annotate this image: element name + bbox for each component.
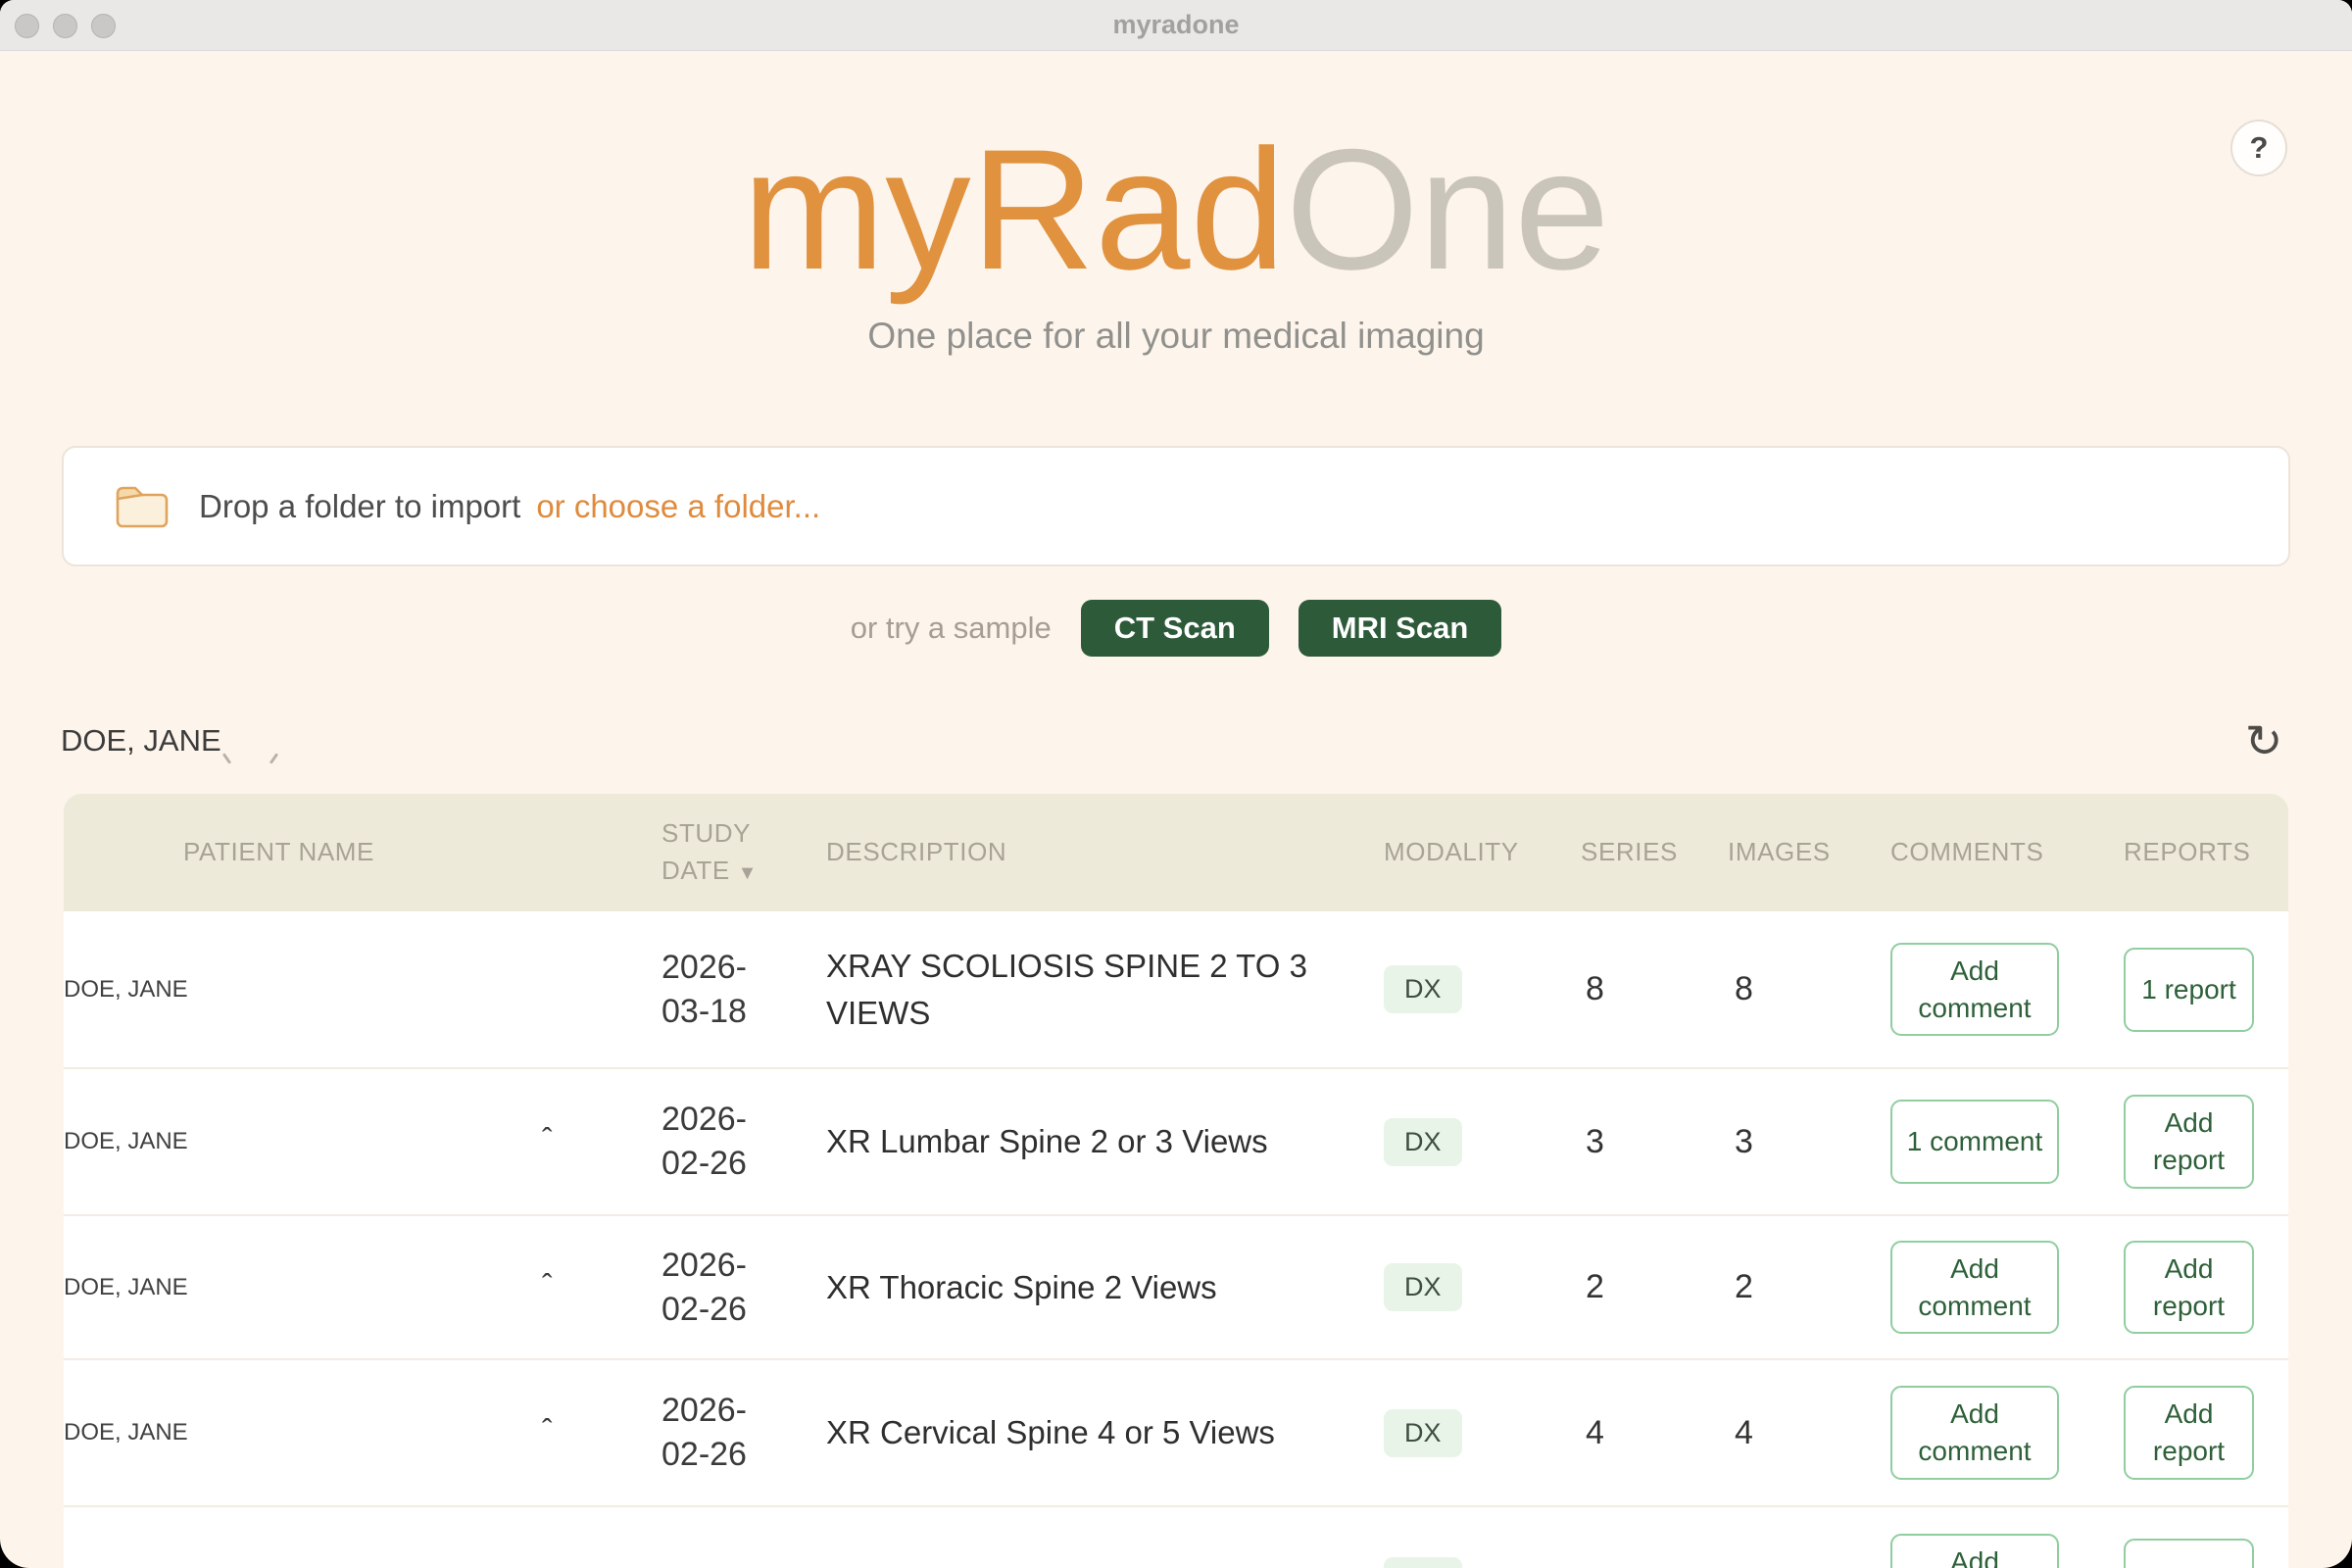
study-date-cell: 2026-03-18 xyxy=(662,946,826,1034)
table-header-row: PATIENT NAME STUDY DATE ▼ DESCRIPTION MO… xyxy=(64,794,2288,911)
choose-folder-link[interactable]: or choose a folder... xyxy=(536,488,820,525)
column-header-images: IMAGES xyxy=(1728,834,1890,871)
minimize-window-button[interactable] xyxy=(53,14,77,38)
table-row[interactable]: DOE, JANE ˆ 2026-02-26 XR Lumbar Spine 2 … xyxy=(64,1069,2288,1216)
patient-name-cell: DOE, JANE xyxy=(64,976,188,1003)
artifact-caret: ˆ xyxy=(542,1414,553,1446)
ct-scan-sample-button[interactable]: CT Scan xyxy=(1081,600,1269,657)
column-header-modality: MODALITY xyxy=(1384,834,1581,871)
series-count-cell: 3 xyxy=(1581,1123,1728,1161)
report-button[interactable]: 1 report xyxy=(2124,1539,2254,1568)
modality-badge: DX xyxy=(1384,1557,1462,1568)
column-header-study-date[interactable]: STUDY DATE ▼ xyxy=(662,815,826,889)
close-window-button[interactable] xyxy=(15,14,39,38)
modality-badge: DX xyxy=(1384,1263,1462,1311)
column-header-patient-name: PATIENT NAME xyxy=(64,834,662,871)
series-count-cell: 4 xyxy=(1581,1414,1728,1452)
comment-button[interactable]: Add comment xyxy=(1890,943,2059,1037)
refresh-icon: ↻ xyxy=(2245,714,2283,767)
description-cell: XRAY SCOLIOSIS SPINE 2 TO 3 VIEWS xyxy=(826,943,1384,1037)
window-controls xyxy=(15,0,116,51)
maximize-window-button[interactable] xyxy=(91,14,116,38)
comment-button[interactable]: Add comment xyxy=(1890,1241,2059,1335)
series-count-cell: 2 xyxy=(1581,1268,1728,1306)
column-header-description: DESCRIPTION xyxy=(826,834,1384,871)
patient-name-cell: DOE, JANE xyxy=(64,1128,188,1154)
table-row[interactable]: DOE, JANE ˆ 2026-02-26 XR Cervical Spine … xyxy=(64,1360,2288,1507)
sort-descending-icon: ▼ xyxy=(738,862,758,884)
comment-button[interactable]: Add comment xyxy=(1890,1534,2059,1568)
modality-badge: DX xyxy=(1384,965,1462,1013)
description-cell: XR Cervical Spine 4 or 5 Views xyxy=(826,1409,1384,1456)
table-row[interactable]: DOE, JANE 2026-03-18 XRAY SCOLIOSIS SPIN… xyxy=(64,911,2288,1069)
drop-folder-label: Drop a folder to import xyxy=(199,488,520,525)
column-header-series: SERIES xyxy=(1581,834,1728,871)
images-count-cell: 2 xyxy=(1728,1268,1890,1306)
studies-table: PATIENT NAME STUDY DATE ▼ DESCRIPTION MO… xyxy=(64,794,2288,1568)
patient-name-cell: DOE, JANE xyxy=(64,1274,188,1300)
artifact-caret: ˆ xyxy=(542,1269,553,1300)
study-date-cell: 2026-02-26 xyxy=(662,1389,826,1477)
report-button[interactable]: Add report xyxy=(2124,1241,2254,1335)
series-count-cell: 8 xyxy=(1581,970,1728,1008)
images-count-cell: 8 xyxy=(1728,970,1890,1008)
artifact-mark xyxy=(270,753,278,764)
images-count-cell: 3 xyxy=(1728,1123,1890,1161)
study-date-cell: 2026-02-26 xyxy=(662,1244,826,1332)
folder-icon xyxy=(115,484,170,529)
app-window: myradone myRadOne One place for all your… xyxy=(0,0,2352,1568)
study-date-cell: 2026-02-26 xyxy=(662,1098,826,1186)
artifact-mark xyxy=(222,753,231,764)
description-cell: XR Thoracic Spine 2 Views xyxy=(826,1264,1384,1311)
patient-section-label: DOE, JANE xyxy=(61,723,221,759)
table-row[interactable]: DOE, JANE ˆ 2026-02-26 XR Thoracic Spine … xyxy=(64,1216,2288,1360)
column-header-comments: COMMENTS xyxy=(1890,834,2124,871)
modality-badge: DX xyxy=(1384,1118,1462,1166)
table-row[interactable]: 2026- DX Add comment 1 report xyxy=(64,1507,2288,1568)
logo-text-secondary: One xyxy=(1286,115,1610,306)
comment-button[interactable]: 1 comment xyxy=(1890,1100,2059,1184)
report-button[interactable]: 1 report xyxy=(2124,948,2254,1032)
window-title: myradone xyxy=(1112,10,1239,40)
logo-text-primary: myRad xyxy=(742,115,1285,306)
app-tagline: One place for all your medical imaging xyxy=(0,316,2352,357)
report-button[interactable]: Add report xyxy=(2124,1095,2254,1189)
title-bar: myradone xyxy=(0,0,2352,51)
modality-badge: DX xyxy=(1384,1409,1462,1457)
sample-prompt-label: or try a sample xyxy=(851,611,1052,646)
report-button[interactable]: Add report xyxy=(2124,1386,2254,1480)
comment-button[interactable]: Add comment xyxy=(1890,1386,2059,1480)
patient-name-cell: DOE, JANE xyxy=(64,1419,188,1446)
study-date-cell: 2026- xyxy=(662,1559,826,1568)
refresh-button[interactable]: ↻ xyxy=(2236,713,2291,768)
artifact-caret: ˆ xyxy=(542,1123,553,1154)
images-count-cell: 4 xyxy=(1728,1414,1890,1452)
description-cell: XR Lumbar Spine 2 or 3 Views xyxy=(826,1118,1384,1165)
help-button[interactable]: ? xyxy=(2230,120,2287,176)
question-mark-icon: ? xyxy=(2250,130,2269,166)
column-header-reports: REPORTS xyxy=(2124,834,2288,871)
sample-row: or try a sample CT Scan MRI Scan xyxy=(0,600,2352,657)
folder-drop-zone[interactable]: Drop a folder to import or choose a fold… xyxy=(62,446,2290,566)
mri-scan-sample-button[interactable]: MRI Scan xyxy=(1298,600,1502,657)
app-logo: myRadOne xyxy=(0,124,2352,297)
